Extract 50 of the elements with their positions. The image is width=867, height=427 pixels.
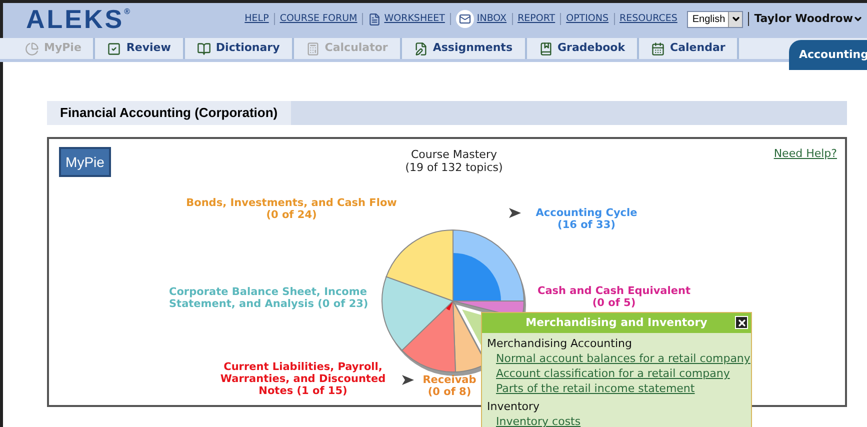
topic-link[interactable]: Account classification for a retail company <box>496 367 730 380</box>
caret-icon <box>853 14 863 24</box>
page-icon <box>368 12 382 26</box>
nav-tab[interactable]: Calendar <box>639 38 740 59</box>
header-link[interactable]: HELP <box>244 12 269 26</box>
header-link[interactable]: RESOURCES <box>620 12 678 26</box>
slice-label[interactable]: Current Liabilities, Payroll, Warranties, and Discounted Notes (1 of 15) <box>207 361 399 397</box>
nav-tab[interactable]: Review <box>95 38 185 59</box>
topic-link[interactable]: Inventory costs <box>496 415 581 427</box>
pie-slice[interactable] <box>382 276 454 351</box>
header-link[interactable]: COURSE FORUM <box>280 12 358 26</box>
header-link[interactable]: OPTIONS <box>566 12 609 26</box>
slice-count: (16 of 33) <box>556 219 616 231</box>
header-link[interactable]: REPORT <box>518 12 556 26</box>
calendar-icon <box>651 42 666 56</box>
slice-label[interactable]: Cash and Cash Equivalent <box>529 285 699 297</box>
section-heading: Merchandising Accounting <box>487 336 633 351</box>
topic-link[interactable]: Parts of the retail income statement <box>496 382 695 395</box>
section-heading: Inventory <box>487 399 541 414</box>
book-icon <box>196 42 211 56</box>
popup-title: Merchandising and Inventory <box>526 314 708 331</box>
close-icon <box>736 318 746 328</box>
slice-label[interactable]: Accounting Cycle <box>524 207 649 219</box>
nav-tab[interactable]: Gradebook <box>526 38 640 59</box>
logo[interactable]: ALEKS$^{®}$ <box>26 6 132 32</box>
help-link[interactable]: Need Help? <box>774 146 837 162</box>
topic-count: (19 of 132 topics) <box>404 161 504 174</box>
document-pencil-icon <box>414 42 428 56</box>
pie-slice[interactable] <box>401 300 456 372</box>
topic-link[interactable]: Normal account balances for a retail company <box>496 352 750 365</box>
checkbox-icon <box>107 42 122 56</box>
dropdown-icon <box>730 14 741 24</box>
pie-slice[interactable] <box>386 230 454 302</box>
chart-title: Course Mastery <box>410 148 498 161</box>
calculator-icon <box>306 42 320 56</box>
course-title: Financial Accounting (Corporation) <box>47 101 291 125</box>
close-button[interactable] <box>735 316 748 329</box>
nav-tab[interactable]: Assignments <box>402 38 526 59</box>
slice-count: (0 of 5) <box>591 297 637 309</box>
language-select[interactable]: English <box>687 10 744 28</box>
user-menu[interactable]: Taylor Woodrow <box>754 10 863 28</box>
mail-icon <box>456 10 474 28</box>
header-link[interactable]: INBOX <box>476 12 507 26</box>
header-link[interactable]: WORKSHEET <box>384 12 445 26</box>
slice-count: (0 of 8) <box>426 386 472 398</box>
nav-tab[interactable]: Dictionary <box>184 38 294 59</box>
slice-count: (0 of 24) <box>265 209 318 221</box>
ledger-icon <box>538 42 552 56</box>
mypie-button[interactable]: MyPie <box>59 147 111 177</box>
pie-icon <box>25 42 39 56</box>
